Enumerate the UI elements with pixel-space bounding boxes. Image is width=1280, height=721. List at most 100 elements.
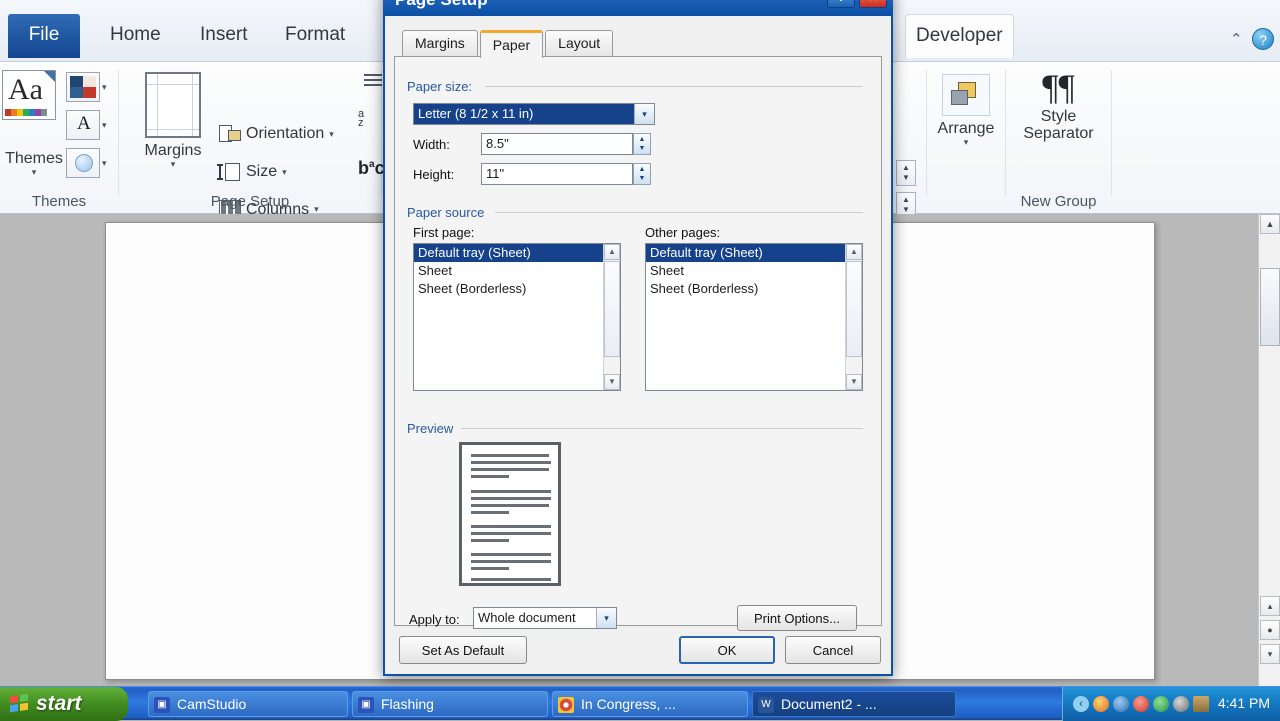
stepper-down-icon[interactable]: ▼ bbox=[639, 174, 646, 183]
dialog-title: Page Setup bbox=[395, 0, 488, 9]
indent-left-stepper[interactable]: ▲ ▼ bbox=[896, 160, 916, 186]
style-separator-button[interactable]: ¶¶ Style Separator bbox=[1006, 67, 1111, 142]
scrollbar-thumb[interactable] bbox=[1260, 268, 1280, 346]
taskbar-item-chrome[interactable]: In Congress, ... bbox=[552, 691, 748, 717]
arrange-caret-icon[interactable]: ▾ bbox=[935, 137, 997, 148]
size-caret-icon[interactable]: ▾ bbox=[282, 167, 287, 178]
previous-page-button[interactable]: ▴ bbox=[1260, 596, 1280, 616]
ok-button[interactable]: OK bbox=[679, 636, 775, 664]
start-button[interactable]: start bbox=[0, 687, 128, 721]
height-input[interactable]: 11" bbox=[481, 163, 633, 185]
ribbon-tab-home[interactable]: Home bbox=[100, 14, 171, 58]
shield-icon[interactable] bbox=[1133, 696, 1149, 712]
chevron-left-icon[interactable]: ‹ bbox=[1073, 696, 1089, 712]
listbox-scrollbar[interactable]: ▲ ▼ bbox=[845, 244, 862, 390]
scroll-down-button[interactable]: ▼ bbox=[846, 374, 862, 390]
dialog-tab-paper[interactable]: Paper bbox=[479, 30, 544, 58]
keyboard-icon[interactable] bbox=[1193, 696, 1209, 712]
dialog-tab-margins[interactable]: Margins bbox=[402, 30, 478, 56]
collapse-ribbon-icon[interactable]: ⌃ bbox=[1230, 30, 1243, 48]
theme-colors-button[interactable] bbox=[66, 72, 100, 102]
arrange-button[interactable]: Arrange ▾ bbox=[935, 74, 997, 148]
list-item[interactable]: Default tray (Sheet) bbox=[414, 244, 620, 262]
theme-effects-caret-icon[interactable]: ▾ bbox=[102, 158, 107, 169]
stepper-up-icon[interactable]: ▲ bbox=[902, 195, 910, 205]
print-options-button[interactable]: Print Options... bbox=[737, 605, 857, 631]
ribbon-tab-developer[interactable]: Developer bbox=[905, 14, 1014, 58]
first-page-label: First page: bbox=[413, 225, 475, 240]
apply-to-combobox[interactable]: Whole document ▾ bbox=[473, 607, 617, 629]
globe-icon[interactable] bbox=[1153, 696, 1169, 712]
scroll-up-button[interactable]: ▲ bbox=[1260, 214, 1280, 234]
theme-fonts-button[interactable]: A bbox=[66, 110, 100, 140]
scroll-up-button[interactable]: ▲ bbox=[604, 244, 620, 260]
scrollbar-thumb[interactable] bbox=[604, 261, 620, 357]
list-item[interactable]: Sheet bbox=[646, 262, 862, 280]
stepper-up-icon[interactable]: ▲ bbox=[902, 163, 910, 173]
ribbon-tab-insert[interactable]: Insert bbox=[190, 14, 258, 58]
stepper-down-icon[interactable]: ▼ bbox=[902, 173, 910, 183]
themes-button-label: Themes bbox=[5, 150, 63, 167]
list-item[interactable]: Sheet (Borderless) bbox=[414, 280, 620, 298]
apply-to-value: Whole document bbox=[478, 610, 576, 625]
dialog-tab-layout[interactable]: Layout bbox=[545, 30, 614, 56]
ribbon-tab-format[interactable]: Format bbox=[275, 14, 355, 58]
scrollbar-thumb[interactable] bbox=[846, 261, 862, 357]
width-input[interactable]: 8.5" bbox=[481, 133, 633, 155]
size-button[interactable]: Size ▾ bbox=[217, 162, 287, 182]
network-icon[interactable] bbox=[1093, 696, 1109, 712]
next-page-button[interactable]: ▾ bbox=[1260, 644, 1280, 664]
dialog-close-button[interactable]: ✕ bbox=[859, 0, 887, 8]
chevron-down-icon[interactable]: ▾ bbox=[634, 104, 654, 124]
ribbon-tab-file[interactable]: File bbox=[8, 14, 80, 58]
height-label: Height: bbox=[413, 167, 455, 182]
show-formatting-icon[interactable]: bac bbox=[358, 158, 385, 179]
listbox-scrollbar[interactable]: ▲ ▼ bbox=[603, 244, 620, 390]
dialog-body: Margins Paper Layout Paper size: Letter … bbox=[385, 16, 891, 672]
themes-caret-icon[interactable]: ▾ bbox=[2, 167, 66, 178]
page-setup-dialog[interactable]: Page Setup ? ✕ Margins Paper Layout Pape… bbox=[383, 0, 893, 676]
ribbon-group-page-setup: Margins ▾ Orientation ▾ Size ▾ Columns ▾ bbox=[119, 62, 381, 219]
taskbar-item-camstudio[interactable]: ▣ CamStudio bbox=[148, 691, 348, 717]
indent-left-icon[interactable] bbox=[358, 72, 382, 90]
orientation-button[interactable]: Orientation ▾ bbox=[219, 124, 334, 144]
stepper-up-icon[interactable]: ▲ bbox=[639, 165, 646, 174]
section-rule bbox=[461, 428, 863, 429]
scroll-up-button[interactable]: ▲ bbox=[846, 244, 862, 260]
document-vertical-scrollbar[interactable]: ▲ ▴ ● ▾ bbox=[1258, 214, 1280, 686]
sort-icon[interactable]: az bbox=[358, 109, 364, 129]
taskbar-item-flashing[interactable]: ▣ Flashing bbox=[352, 691, 548, 717]
theme-fonts-caret-icon[interactable]: ▾ bbox=[102, 120, 107, 131]
scroll-down-button[interactable]: ▼ bbox=[604, 374, 620, 390]
pilcrow-icon: ¶¶ bbox=[1042, 67, 1075, 107]
stepper-up-icon[interactable]: ▲ bbox=[639, 135, 646, 144]
orientation-caret-icon[interactable]: ▾ bbox=[329, 129, 334, 140]
list-item[interactable]: Default tray (Sheet) bbox=[646, 244, 862, 262]
paper-size-combobox[interactable]: Letter (8 1/2 x 11 in) ▾ bbox=[413, 103, 655, 125]
dialog-title-bar[interactable]: Page Setup ? ✕ bbox=[383, 0, 893, 16]
paper-size-section-caption: Paper size: bbox=[407, 79, 479, 94]
select-browse-object-button[interactable]: ● bbox=[1260, 620, 1280, 640]
cancel-button[interactable]: Cancel bbox=[785, 636, 881, 664]
stepper-down-icon[interactable]: ▼ bbox=[639, 144, 646, 153]
other-pages-listbox[interactable]: Default tray (Sheet) Sheet Sheet (Border… bbox=[645, 243, 863, 391]
plug-icon[interactable] bbox=[1173, 696, 1189, 712]
first-page-listbox[interactable]: Default tray (Sheet) Sheet Sheet (Border… bbox=[413, 243, 621, 391]
theme-effects-button[interactable] bbox=[66, 148, 100, 178]
themes-button[interactable]: Aa Themes ▾ bbox=[2, 70, 66, 178]
dialog-help-button[interactable]: ? bbox=[827, 0, 855, 8]
theme-colors-caret-icon[interactable]: ▾ bbox=[102, 82, 107, 93]
chevron-down-icon[interactable]: ▾ bbox=[596, 608, 616, 628]
margins-button[interactable]: Margins ▾ bbox=[133, 72, 213, 170]
list-item[interactable]: Sheet bbox=[414, 262, 620, 280]
help-icon[interactable]: ? bbox=[1252, 28, 1274, 50]
taskbar-clock[interactable]: 4:41 PM bbox=[1218, 695, 1270, 711]
height-stepper[interactable]: ▲ ▼ bbox=[633, 163, 651, 185]
volume-icon[interactable] bbox=[1113, 696, 1129, 712]
style-separator-button-label: Style Separator bbox=[1023, 108, 1094, 142]
width-stepper[interactable]: ▲ ▼ bbox=[633, 133, 651, 155]
set-as-default-button[interactable]: Set As Default bbox=[399, 636, 527, 664]
margins-caret-icon[interactable]: ▾ bbox=[133, 159, 213, 170]
list-item[interactable]: Sheet (Borderless) bbox=[646, 280, 862, 298]
taskbar-item-word[interactable]: W Document2 - ... bbox=[752, 691, 956, 717]
